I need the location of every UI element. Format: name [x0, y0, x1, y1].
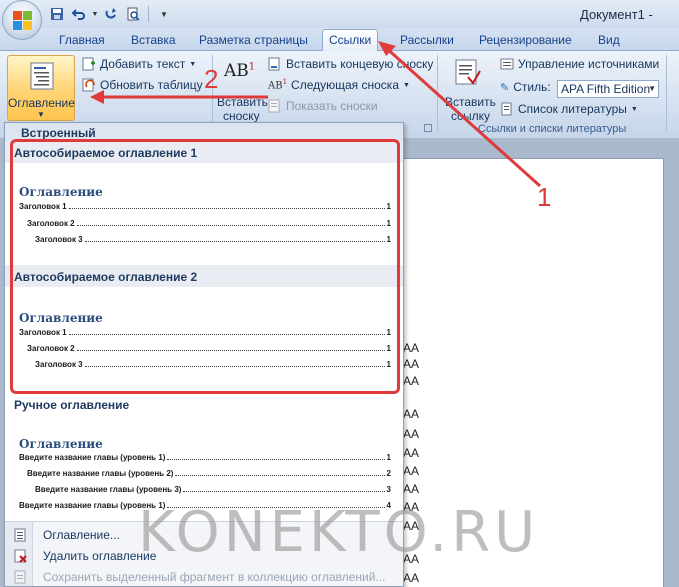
- arrow-1-line: [382, 44, 542, 188]
- annotation-number-2: 2: [204, 64, 219, 94]
- annotation-arrows: [90, 41, 542, 188]
- arrow-2-head: [90, 90, 104, 104]
- annotation-number-1: 1: [537, 182, 552, 212]
